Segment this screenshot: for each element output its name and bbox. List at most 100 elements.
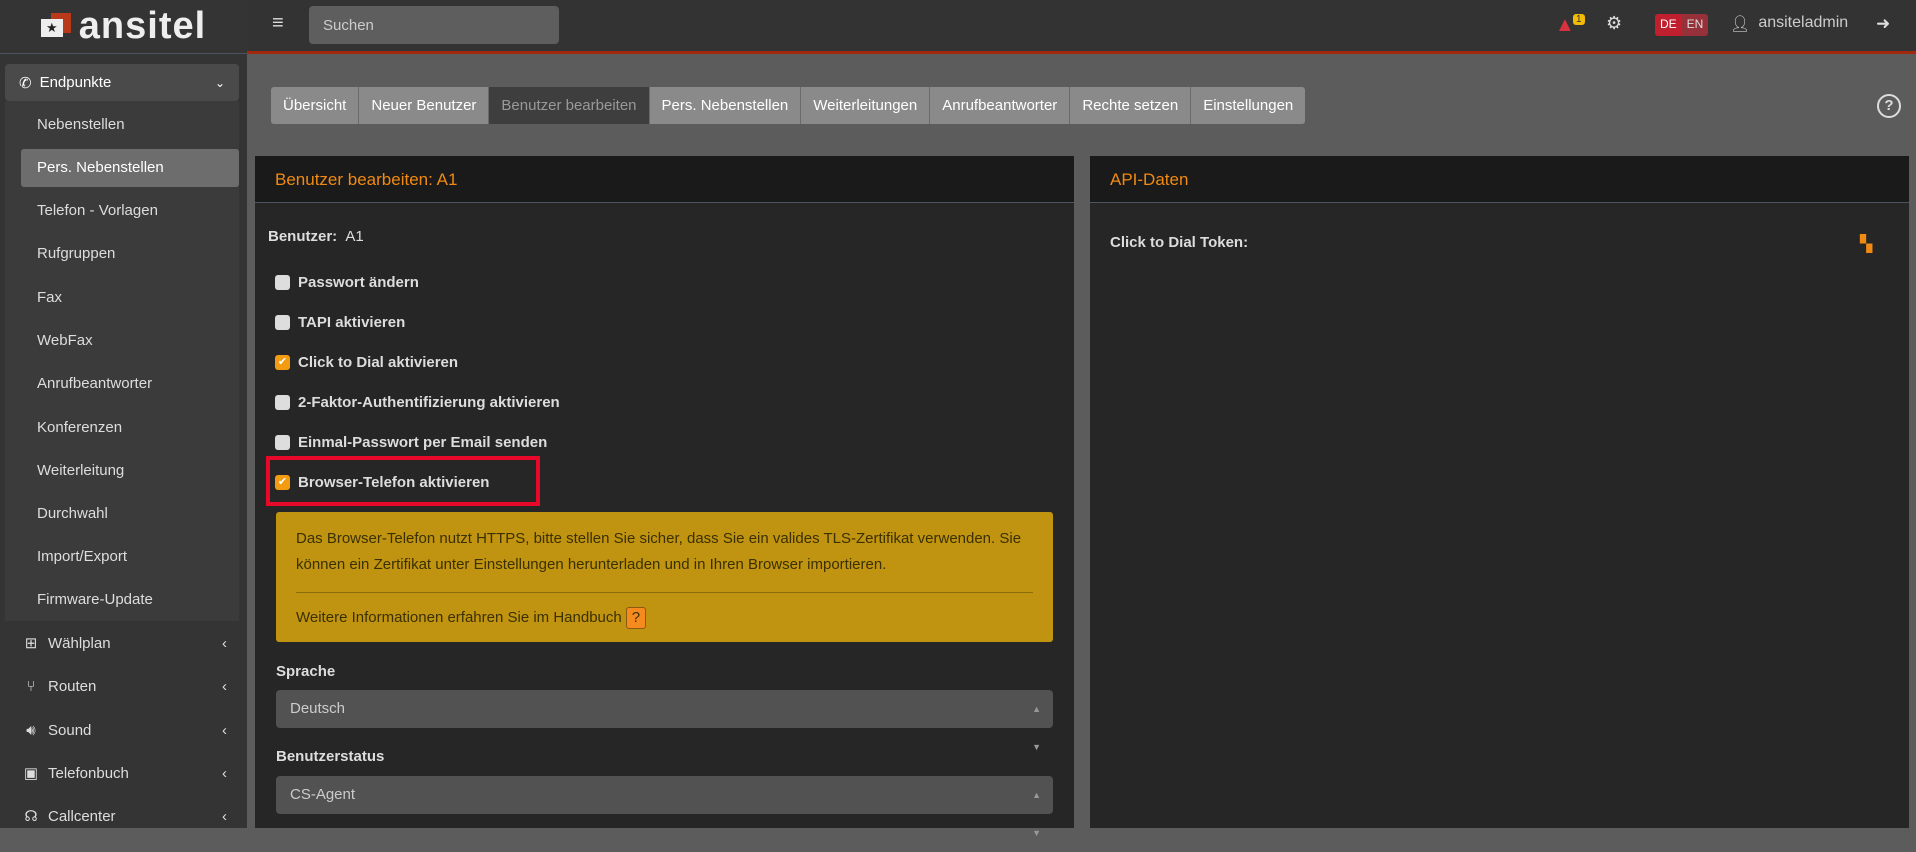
tab-einstellungen[interactable]: Einstellungen	[1191, 87, 1306, 124]
checkbox-label: Passwort ändern	[298, 274, 419, 291]
chevron-left-icon: ‹	[222, 807, 227, 825]
handbook-help-icon[interactable]: ?	[625, 607, 646, 629]
lang-en[interactable]: EN	[1681, 14, 1709, 36]
gear-icon[interactable]: ⚙	[1606, 13, 1622, 34]
edit-user-panel: Benutzer bearbeiten: A1 Benutzer: A1 Pas…	[255, 156, 1074, 838]
alert-icon[interactable]: ▲	[1555, 14, 1575, 37]
chevron-down-icon: ⌄	[214, 75, 225, 90]
status-select[interactable]: CS-Agent ▲ ▼	[276, 776, 1053, 838]
language-select[interactable]: Deutsch ▲ ▼	[276, 690, 1053, 752]
checkbox[interactable]	[275, 435, 290, 450]
warning-text: Das Browser-Telefon nutzt HTTPS, bitte s…	[296, 530, 1022, 573]
select-arrows-icon: ▲ ▼	[1032, 704, 1041, 752]
route-icon: ⑂	[26, 677, 36, 695]
sidebar-item-callcenter[interactable]: ☊ Callcenter ‹	[0, 797, 247, 835]
brand-name: ansitel	[78, 5, 207, 47]
lang-de[interactable]: DE	[1655, 14, 1682, 36]
warning-box: Das Browser-Telefon nutzt HTTPS, bitte s…	[276, 512, 1053, 642]
sidebar-item-anrufbeantworter[interactable]: Anrufbeantworter	[21, 365, 239, 403]
logo-icon: ★	[40, 12, 71, 41]
chevron-left-icon: ‹	[222, 634, 227, 652]
label: Routen	[48, 677, 97, 695]
panel-title: API-Daten	[1090, 156, 1909, 203]
sidebar-item-webfax[interactable]: WebFax	[21, 322, 239, 360]
sitemap-icon: ⊞	[24, 635, 38, 652]
tab-pers-nebenstellen[interactable]: Pers. Nebenstellen	[649, 87, 802, 124]
address-book-icon: ▣	[23, 765, 39, 782]
group-label: Endpunkte	[39, 74, 112, 91]
checkbox[interactable]	[275, 395, 290, 410]
token-label: Click to Dial Token:	[1110, 234, 1249, 251]
sidebar-item-durchwahl[interactable]: Durchwahl	[21, 495, 239, 533]
checkbox-checked[interactable]: ✔	[275, 355, 290, 370]
sidebar-item-pers-nebenstellen[interactable]: Pers. Nebenstellen	[21, 149, 239, 187]
handbook-text: Weitere Informationen erfahren Sie im Ha…	[296, 609, 622, 626]
sidebar-item-telefon-vorlagen[interactable]: Telefon - Vorlagen	[21, 192, 239, 230]
user-menu[interactable]: 👤︎ ansiteladmin	[1730, 14, 1848, 34]
label: Callcenter	[48, 807, 116, 825]
sidebar-item-rufgruppen[interactable]: Rufgruppen	[21, 235, 239, 273]
api-panel: API-Daten Click to Dial Token: ▚	[1090, 156, 1909, 828]
checkbox-label: 2-Faktor-Authentifizierung aktivieren	[298, 394, 560, 411]
sidebar-item-konferenzen[interactable]: Konferenzen	[21, 409, 239, 447]
search-input[interactable]	[309, 6, 559, 44]
tab-weiterleitungen[interactable]: Weiterleitungen	[801, 87, 931, 124]
headset-icon: ☊	[24, 808, 38, 825]
label: Telefonbuch	[48, 764, 129, 782]
qr-code-icon[interactable]: ▚	[1860, 234, 1872, 254]
hamburger-menu-icon[interactable]: ≡	[272, 12, 284, 35]
sidebar: ★ ansitel ✆ Endpunkte ⌄ Nebenstellen Per…	[0, 0, 247, 828]
checkbox-click-to-dial[interactable]: ✔ Click to Dial aktivieren	[275, 354, 458, 371]
checkbox-label: Click to Dial aktivieren	[298, 354, 459, 371]
phone-icon: ✆	[19, 74, 32, 92]
user-value: A1	[345, 228, 364, 245]
tab-bar: Übersicht Neuer Benutzer Benutzer bearbe…	[271, 87, 1306, 124]
tab-uebersicht[interactable]: Übersicht	[271, 87, 360, 124]
tab-neuer-benutzer[interactable]: Neuer Benutzer	[359, 87, 490, 124]
checkbox-tapi[interactable]: TAPI aktivieren	[275, 314, 405, 331]
chevron-left-icon: ‹	[222, 677, 227, 695]
sidebar-item-weiterleitung[interactable]: Weiterleitung	[21, 452, 239, 490]
sidebar-item-import-export[interactable]: Import/Export	[21, 538, 239, 576]
label: Sound	[48, 721, 92, 739]
language-label: Sprache	[276, 663, 336, 680]
checkbox-label: TAPI aktivieren	[298, 314, 406, 331]
tab-anrufbeantworter[interactable]: Anrufbeantworter	[930, 87, 1071, 124]
logout-icon[interactable]: ➜	[1876, 14, 1890, 34]
label: Wählplan	[48, 634, 111, 652]
sidebar-item-routen[interactable]: ⑂ Routen ‹	[0, 667, 247, 705]
sidebar-item-fax[interactable]: Fax	[21, 279, 239, 317]
user-label: Benutzer:	[268, 228, 338, 245]
sidebar-group-endpunkte[interactable]: ✆ Endpunkte ⌄	[5, 64, 239, 101]
user-row: Benutzer: A1	[268, 228, 364, 245]
language-value: Deutsch	[290, 700, 346, 717]
sidebar-item-nebenstellen[interactable]: Nebenstellen	[21, 106, 239, 144]
tab-benutzer-bearbeiten[interactable]: Benutzer bearbeiten	[489, 87, 650, 124]
divider	[296, 592, 1033, 593]
chevron-left-icon: ‹	[222, 764, 227, 782]
checkbox-label: Einmal-Passwort per Email senden	[298, 434, 548, 451]
select-arrows-icon: ▲ ▼	[1032, 790, 1041, 838]
language-switch: DE EN	[1655, 14, 1709, 36]
user-shield-icon: 👤︎	[1730, 16, 1751, 33]
status-label: Benutzerstatus	[276, 748, 385, 765]
tab-rechte-setzen[interactable]: Rechte setzen	[1070, 87, 1192, 124]
status-value: CS-Agent	[290, 786, 356, 803]
checkbox-einmal-passwort[interactable]: Einmal-Passwort per Email senden	[275, 434, 547, 451]
checkbox-passwort-aendern[interactable]: Passwort ändern	[275, 274, 419, 291]
alert-count-badge: 1	[1573, 14, 1585, 25]
sidebar-item-waehlplan[interactable]: ⊞ Wählplan ‹	[0, 624, 247, 662]
sidebar-item-telefonbuch[interactable]: ▣ Telefonbuch ‹	[0, 754, 247, 792]
logo[interactable]: ★ ansitel	[0, 0, 247, 54]
highlight-box	[266, 456, 540, 506]
username: ansiteladmin	[1758, 14, 1849, 31]
help-icon[interactable]: ?	[1877, 94, 1901, 118]
checkbox[interactable]	[275, 315, 290, 330]
checkbox-2fa[interactable]: 2-Faktor-Authentifizierung aktivieren	[275, 394, 560, 411]
chevron-left-icon: ‹	[222, 721, 227, 739]
volume-icon: 🔊︎	[26, 721, 36, 739]
sidebar-item-sound[interactable]: 🔊︎ Sound ‹	[0, 711, 247, 749]
panel-title: Benutzer bearbeiten: A1	[255, 156, 1074, 203]
sidebar-item-firmware-update[interactable]: Firmware-Update	[21, 581, 239, 619]
checkbox[interactable]	[275, 275, 290, 290]
